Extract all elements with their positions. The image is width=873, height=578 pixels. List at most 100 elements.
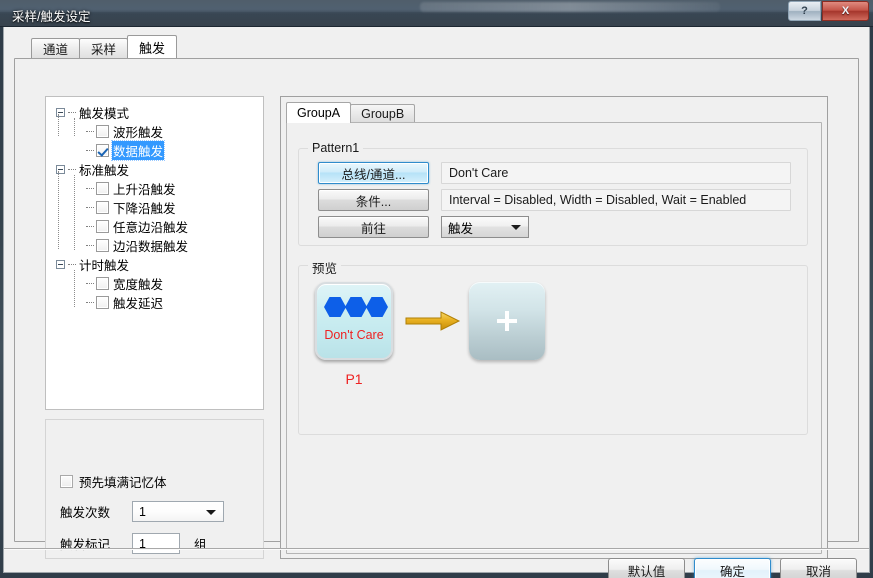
tree-group-standard-trigger[interactable]: 标准触发	[54, 160, 263, 179]
group-a-page: Pattern1 总线/通道... Don't Care 条件... Inter…	[286, 122, 822, 554]
bus-channel-button[interactable]: 总线/通道...	[318, 162, 429, 184]
preview-title: 预览	[308, 258, 342, 277]
tree-root: 触发模式 波形触发 数据触发 标准触发 上升沿触发 下降沿触发 任意边沿触发 边…	[46, 97, 263, 312]
checkbox-icon[interactable]	[96, 277, 109, 290]
preview-pattern-card[interactable]: Don't Care	[315, 282, 393, 360]
tree-item-rising-edge[interactable]: 上升沿触发	[54, 179, 263, 198]
main-tab-strip: 通道 采样 触发	[31, 35, 178, 58]
tree-item-label: 边沿数据触发	[113, 240, 189, 254]
hexagon-icon	[324, 297, 346, 317]
tree-item-falling-edge[interactable]: 下降沿触发	[54, 198, 263, 217]
goto-target-value: 触发	[448, 221, 474, 236]
title-bar: 采样/触发设定 ? X	[0, 0, 873, 27]
tree-connector	[68, 169, 76, 170]
tree-guide-line	[58, 171, 59, 249]
trigger-count-combo[interactable]: 1	[132, 501, 224, 522]
hexagon-icon	[366, 297, 388, 317]
window-title: 采样/触发设定	[12, 10, 91, 24]
tree-item-label: 任意边沿触发	[113, 221, 189, 235]
preview-add-card[interactable]	[469, 282, 545, 360]
checkbox-icon[interactable]	[96, 125, 109, 138]
tree-item-waveform-trigger[interactable]: 波形触发	[54, 122, 263, 141]
tree-connector	[86, 226, 94, 227]
dialog-client-area: 通道 采样 触发 触发模式 波形触发 数据触发 标准触发 上升沿触发 下降沿触发…	[3, 27, 870, 578]
trigger-tab-page: 触发模式 波形触发 数据触发 标准触发 上升沿触发 下降沿触发 任意边沿触发 边…	[14, 58, 859, 559]
close-icon[interactable]: X	[822, 1, 869, 21]
tree-item-label: 宽度触发	[113, 278, 164, 292]
tree-item-any-edge[interactable]: 任意边沿触发	[54, 217, 263, 236]
cancel-button[interactable]: 取消	[780, 558, 857, 578]
dialog-window: 采样/触发设定 ? X 通道 采样 触发 触发模式 波形触发 数据触发 标准触发…	[0, 0, 873, 578]
tree-connector	[86, 131, 94, 132]
defaults-button[interactable]: 默认值	[608, 558, 685, 578]
checkbox-icon[interactable]	[96, 220, 109, 233]
prefill-memory-checkbox[interactable]: 预先填满记忆体	[60, 472, 167, 491]
tree-item-width-trigger[interactable]: 宽度触发	[54, 274, 263, 293]
tree-group-label: 标准触发	[79, 164, 130, 178]
trigger-count-value: 1	[139, 504, 146, 519]
checkbox-icon[interactable]	[96, 296, 109, 309]
tree-connector	[86, 207, 94, 208]
tree-connector	[86, 245, 94, 246]
tab-group-b[interactable]: GroupB	[350, 104, 416, 123]
trigger-count-label: 触发次数	[60, 506, 111, 520]
pattern1-title: Pattern1	[308, 141, 364, 155]
help-icon[interactable]: ?	[788, 1, 821, 21]
tree-group-label: 触发模式	[79, 107, 130, 121]
titlebar-glass-highlight	[420, 2, 720, 12]
trigger-count-row: 触发次数 1	[60, 501, 250, 522]
tree-item-label: 上升沿触发	[113, 183, 176, 197]
tree-connector	[86, 302, 94, 303]
tree-group-trigger-mode[interactable]: 触发模式	[54, 103, 263, 122]
tab-group-a[interactable]: GroupA	[286, 102, 352, 123]
checkbox-icon[interactable]	[96, 201, 109, 214]
condition-value[interactable]: Interval = Disabled, Width = Disabled, W…	[441, 189, 791, 211]
tree-connector	[68, 112, 76, 113]
tab-trigger[interactable]: 触发	[127, 35, 178, 58]
tree-guide-line	[74, 175, 75, 250]
chevron-down-icon	[206, 509, 216, 515]
tree-item-label: 波形触发	[113, 126, 164, 140]
ok-button[interactable]: 确定	[694, 558, 771, 578]
goto-button[interactable]: 前往	[318, 216, 429, 238]
trigger-mark-label: 触发标记	[60, 538, 111, 552]
tree-item-data-trigger[interactable]: 数据触发	[54, 140, 263, 161]
tree-item-trigger-delay[interactable]: 触发延迟	[54, 293, 263, 312]
tree-item-label: 触发延迟	[113, 297, 164, 311]
tree-item-edge-data[interactable]: 边沿数据触发	[54, 236, 263, 255]
checkbox-checked-icon[interactable]	[96, 144, 109, 157]
checkbox-icon[interactable]	[96, 239, 109, 252]
tree-guide-line	[58, 114, 59, 136]
condition-button[interactable]: 条件...	[318, 189, 429, 211]
pattern-hex-group	[324, 297, 388, 317]
tree-group-label: 计时触发	[79, 259, 130, 273]
tab-channel[interactable]: 通道	[31, 38, 81, 58]
trigger-mark-row: 触发标记 1 组	[60, 533, 260, 554]
trigger-mode-tree[interactable]: 触发模式 波形触发 数据触发 标准触发 上升沿触发 下降沿触发 任意边沿触发 边…	[45, 96, 264, 410]
tree-connector	[86, 188, 94, 189]
tab-sampling[interactable]: 采样	[79, 38, 129, 58]
pattern1-group: Pattern1 总线/通道... Don't Care 条件... Inter…	[298, 141, 808, 246]
checkbox-icon[interactable]	[60, 475, 73, 488]
window-buttons: ? X	[788, 1, 869, 21]
tree-connector	[86, 150, 94, 151]
tree-item-label: 下降沿触发	[113, 202, 176, 216]
trigger-options-panel: 预先填满记忆体 触发次数 1 触发标记 1 组	[45, 419, 264, 559]
hexagon-icon	[345, 297, 367, 317]
prefill-memory-label: 预先填满记忆体	[79, 476, 167, 490]
group-tab-strip: GroupA GroupB	[286, 102, 416, 123]
tree-guide-line	[74, 270, 75, 307]
bus-channel-value[interactable]: Don't Care	[441, 162, 791, 184]
trigger-mark-input[interactable]: 1	[132, 533, 180, 554]
tree-connector	[68, 264, 76, 265]
tree-group-timing-trigger[interactable]: 计时触发	[54, 255, 263, 274]
preview-card-name: P1	[345, 371, 363, 387]
collapse-icon[interactable]	[56, 260, 65, 269]
footer-divider-highlight	[4, 549, 869, 550]
chevron-down-icon	[511, 225, 521, 230]
goto-target-combo[interactable]: 触发	[441, 216, 529, 238]
preview-group: 预览 Don't Care P1	[298, 258, 808, 435]
tree-connector	[86, 283, 94, 284]
checkbox-icon[interactable]	[96, 182, 109, 195]
preview-card-label: Don't Care	[324, 328, 384, 342]
